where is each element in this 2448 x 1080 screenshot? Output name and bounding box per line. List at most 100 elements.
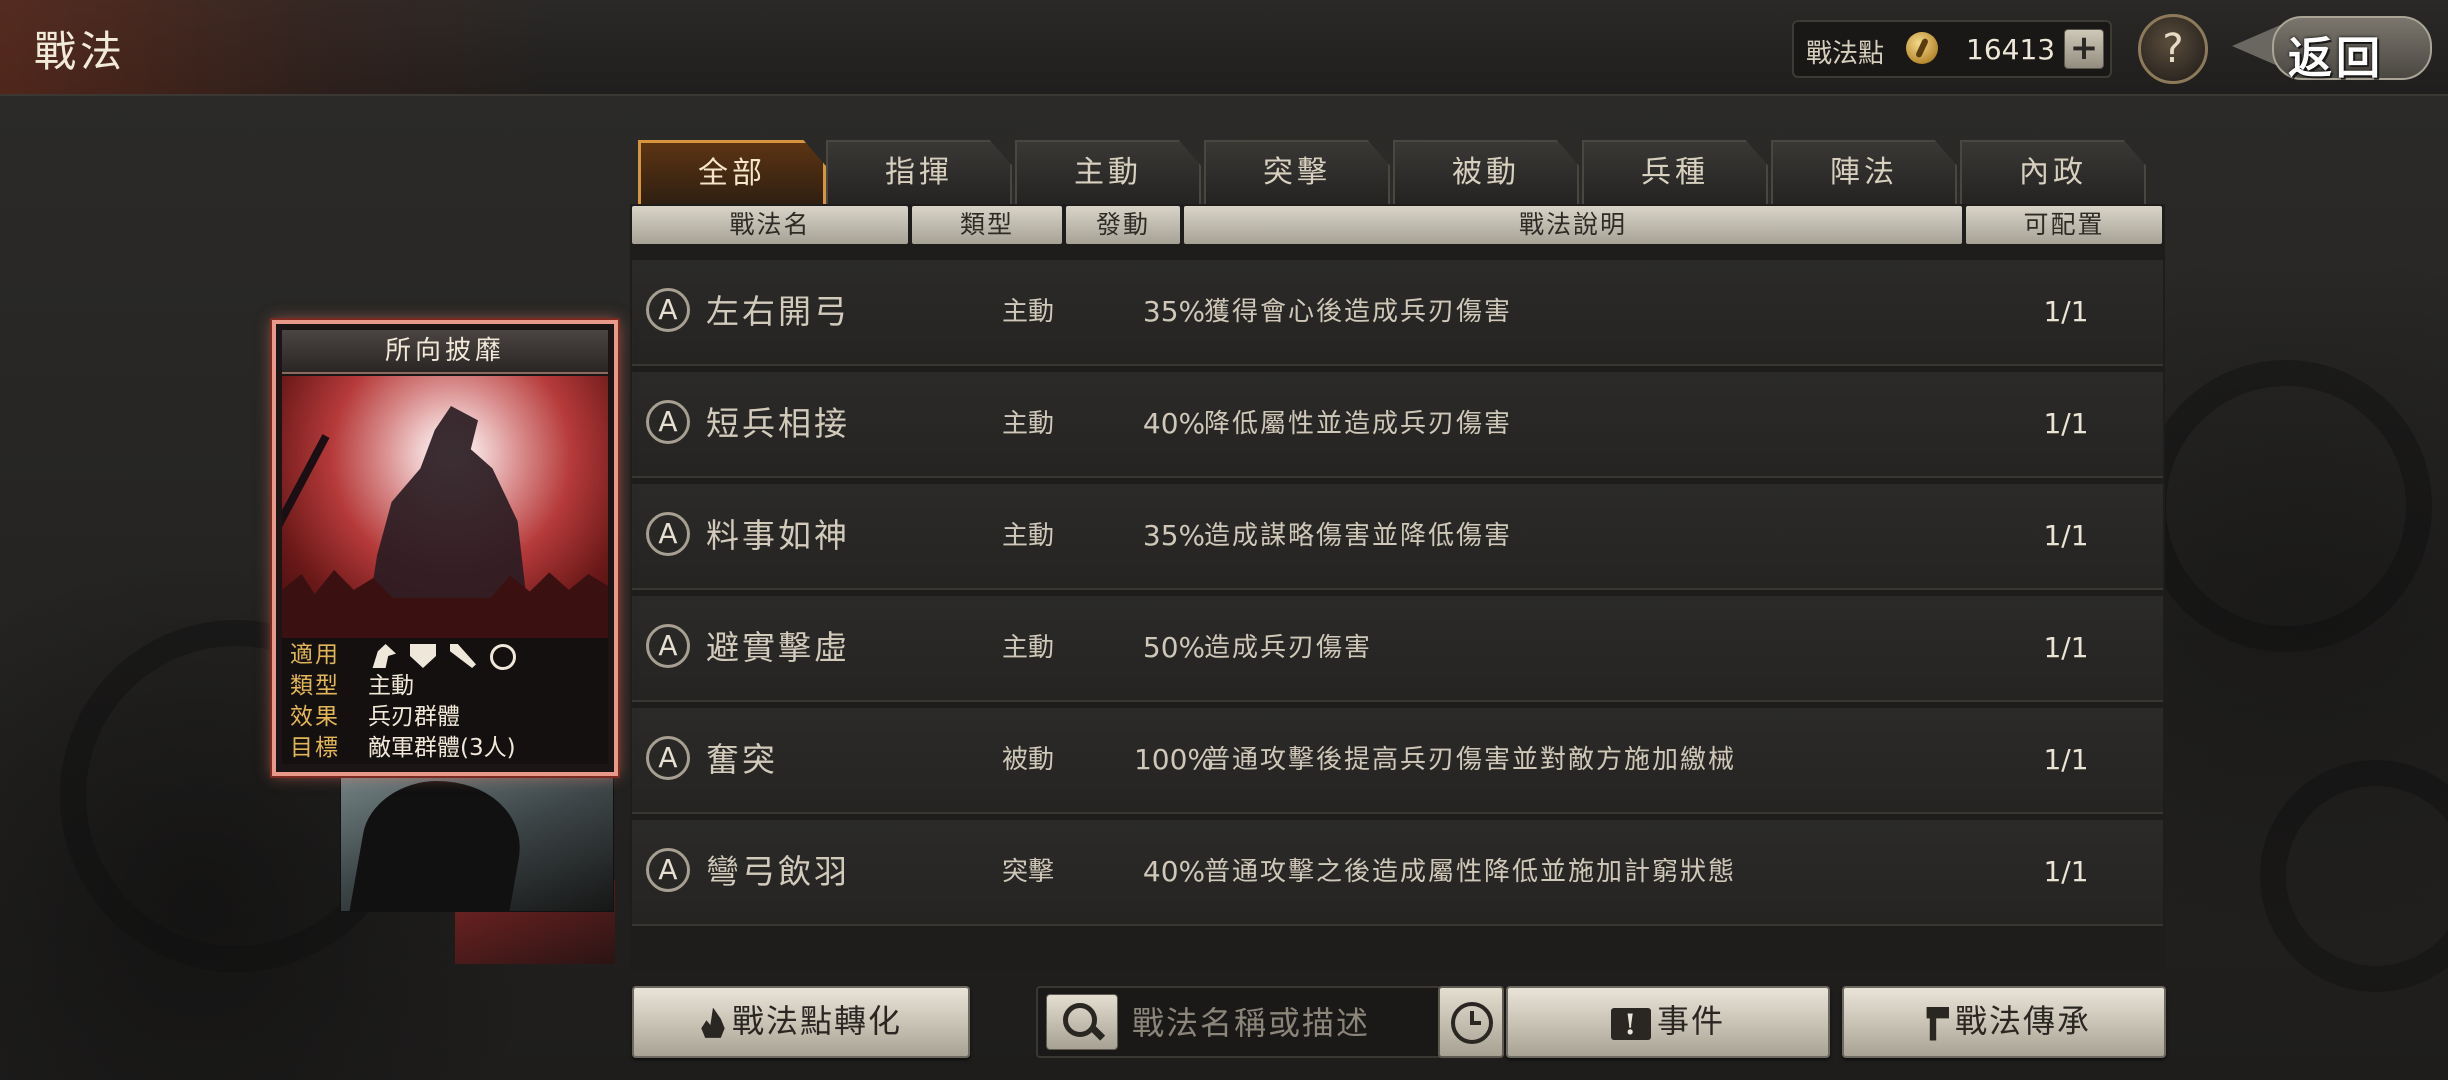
grade-a-icon: A	[646, 848, 690, 892]
tab-formation[interactable]: 陣法	[1771, 140, 1957, 204]
tactic-name: 料事如神	[706, 516, 850, 555]
column-header-rate[interactable]: 發動	[1066, 206, 1180, 244]
help-button[interactable]: ?	[2138, 14, 2208, 84]
hammer-icon	[1926, 1006, 1949, 1041]
tactic-points-label: 戰法點	[1806, 39, 1885, 69]
table-body: A 左右開弓 主動 35% 獲得會心後造成兵刃傷害 1/1 A 短兵相接 主動 …	[630, 260, 2165, 960]
tab-troop-type[interactable]: 兵種	[1582, 140, 1768, 204]
card-title: 所向披靡	[282, 330, 608, 374]
category-tabs: 全部 指揮 主動 突擊 被動 兵種 陣法 內政	[638, 140, 2150, 205]
card-type-value: 主動	[368, 673, 414, 699]
tactic-slots: 1/1	[2043, 855, 2089, 888]
tactic-name: 短兵相接	[706, 404, 850, 443]
history-button[interactable]	[1438, 986, 1504, 1058]
table-row[interactable]: A 彎弓飲羽 突擊 40% 普通攻擊之後造成屬性降低並施加計窮狀態 1/1	[632, 820, 2163, 926]
table-row[interactable]: A 短兵相接 主動 40% 降低屬性並造成兵刃傷害 1/1	[632, 372, 2163, 478]
card-target-value: 敵軍群體(3人)	[368, 735, 516, 761]
page-title: 戰法	[34, 27, 127, 76]
column-header-name[interactable]: 戰法名	[632, 206, 908, 244]
tactic-type: 突擊	[1001, 857, 1054, 887]
flame-icon	[701, 1007, 725, 1038]
cavalry-icon	[372, 644, 396, 668]
column-header-slots[interactable]: 可配置	[1966, 206, 2162, 244]
spear-icon	[450, 644, 476, 668]
tactic-type: 被動	[1001, 745, 1054, 775]
events-button[interactable]: 事件	[1506, 986, 1830, 1058]
tactic-name: 避實擊虛	[706, 628, 850, 667]
card-target-label: 目標	[290, 735, 340, 761]
tactic-description: 造成謀略傷害並降低傷害	[1204, 521, 1513, 551]
clock-icon	[1451, 1002, 1493, 1044]
table-row[interactable]: A 奮突 被動 100% 普通攻擊後提高兵刃傷害並對敵方施加繳械 1/1	[632, 708, 2163, 814]
wheel-icon	[490, 644, 516, 670]
search-input[interactable]	[1130, 996, 1434, 1050]
grade-a-icon: A	[646, 624, 690, 668]
table-row[interactable]: A 料事如神 主動 35% 造成謀略傷害並降低傷害 1/1	[632, 484, 2163, 590]
card-effect-row: 效果 兵刃群體	[290, 702, 600, 733]
tactic-description: 降低屬性並造成兵刃傷害	[1204, 409, 1513, 439]
column-header-type[interactable]: 類型	[912, 206, 1062, 244]
card-applicable-label: 適用	[290, 642, 340, 668]
back-label: 返回	[2288, 33, 2384, 84]
search-bar	[1036, 986, 1442, 1058]
tactics-table: 戰法名 類型 發動 戰法說明 可配置 A 左右開弓 主動 35% 獲得會心後造成…	[630, 204, 2165, 972]
tactic-slots: 1/1	[2043, 295, 2089, 328]
tactic-description: 普通攻擊後提高兵刃傷害並對敵方施加繳械	[1204, 745, 1737, 775]
card-type-label: 類型	[290, 673, 340, 699]
tactic-description: 獲得會心後造成兵刃傷害	[1204, 297, 1513, 327]
table-row[interactable]: A 避實擊虛 主動 50% 造成兵刃傷害 1/1	[632, 596, 2163, 702]
tactic-description: 造成兵刃傷害	[1204, 633, 1373, 663]
tab-assault[interactable]: 突擊	[1204, 140, 1390, 204]
grade-a-icon: A	[646, 512, 690, 556]
card-info-panel: 適用 類型 主動 效果 兵刃群體 目標 敵軍群體(3人)	[282, 638, 608, 764]
card-stack-middle	[340, 760, 614, 912]
inherit-tactic-label: 戰法傳承	[1954, 1002, 2091, 1040]
event-book-icon	[1610, 992, 1651, 1058]
tactic-points-display: 戰法點 16413 +	[1792, 20, 2112, 78]
search-icon-handle	[1088, 1024, 1106, 1041]
tactic-slots: 1/1	[2043, 519, 2089, 552]
tactic-slots: 1/1	[2043, 407, 2089, 440]
card-applicable-row: 適用	[290, 640, 600, 671]
tab-passive[interactable]: 被動	[1393, 140, 1579, 204]
tactic-points-value: 16413	[1966, 33, 2056, 66]
column-header-description[interactable]: 戰法說明	[1184, 206, 1962, 244]
grade-a-icon: A	[646, 736, 690, 780]
grade-a-icon: A	[646, 400, 690, 444]
convert-points-label: 戰法點轉化	[731, 1002, 902, 1040]
tactic-type: 主動	[1001, 409, 1054, 439]
inherit-tactic-button[interactable]: 戰法傳承	[1842, 986, 2166, 1058]
card-effect-label: 效果	[290, 704, 340, 730]
tab-all[interactable]: 全部	[638, 140, 826, 205]
selected-tactic-card[interactable]: 所向披靡 適用 類型 主動 效果 兵刃群體 目標 敵軍群體(3人)	[272, 320, 618, 776]
tactic-type: 主動	[1001, 633, 1054, 663]
background-swirl	[2260, 760, 2448, 992]
card-artwork	[282, 376, 608, 638]
back-button[interactable]: 返回	[2232, 14, 2432, 84]
convert-points-button[interactable]: 戰法點轉化	[632, 986, 970, 1058]
search-button[interactable]	[1046, 994, 1118, 1050]
tactic-type: 主動	[1001, 521, 1054, 551]
table-header: 戰法名 類型 發動 戰法說明 可配置	[630, 204, 2165, 246]
tactic-slots: 1/1	[2043, 631, 2089, 664]
tactic-name: 彎弓飲羽	[706, 852, 850, 891]
tab-internal-affairs[interactable]: 內政	[1960, 140, 2146, 204]
tactic-name: 奮突	[706, 740, 778, 779]
tactic-description: 普通攻擊之後造成屬性降低並施加計窮狀態	[1204, 857, 1737, 887]
tab-active[interactable]: 主動	[1015, 140, 1201, 204]
tactic-name: 左右開弓	[706, 292, 850, 331]
top-bar: 戰法 戰法點 16413 + ? 返回	[0, 0, 2448, 96]
shield-icon	[410, 644, 436, 668]
table-row[interactable]: A 左右開弓 主動 35% 獲得會心後造成兵刃傷害 1/1	[632, 260, 2163, 366]
tactic-point-coin-icon	[1906, 32, 1938, 64]
background-swirl	[2140, 360, 2432, 652]
events-label: 事件	[1656, 1002, 1725, 1040]
tactic-type: 主動	[1001, 297, 1054, 327]
card-effect-value: 兵刃群體	[368, 704, 460, 730]
add-points-button[interactable]: +	[2064, 29, 2104, 69]
card-type-row: 類型 主動	[290, 671, 600, 702]
card-target-row: 目標 敵軍群體(3人)	[290, 733, 600, 764]
grade-a-icon: A	[646, 288, 690, 332]
tab-command[interactable]: 指揮	[826, 140, 1012, 204]
tactic-slots: 1/1	[2043, 743, 2089, 776]
